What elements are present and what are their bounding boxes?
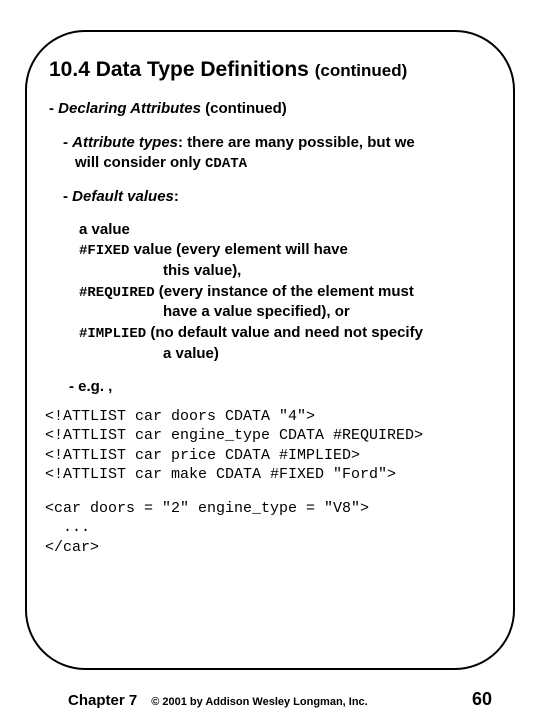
code-example-attlist: <!ATTLIST car doors CDATA "4"> <!ATTLIST… (45, 407, 491, 485)
implied-text-cont: a value) (79, 344, 491, 364)
title-continued: (continued) (315, 61, 408, 80)
dash: - (63, 188, 72, 205)
default-values-heading: - Default values: (49, 187, 491, 207)
implied-text: (no default value and need not specify (146, 324, 423, 341)
cdata-token: CDATA (205, 156, 247, 172)
defvals-label: Default values (72, 188, 174, 205)
slide-footer: Chapter 7 © 2001 by Addison Wesley Longm… (0, 689, 540, 710)
footer-chapter: Chapter 7 (68, 692, 137, 709)
slide-title: 10.4 Data Type Definitions (continued) (49, 58, 491, 82)
footer-copyright: © 2001 by Addison Wesley Longman, Inc. (151, 696, 472, 708)
required-text-cont: have a value specified), or (79, 302, 491, 322)
title-main: 10.4 Data Type Definitions (49, 58, 309, 81)
default-values-list: a value #FIXED value (every element will… (49, 220, 491, 364)
eg-label: - e.g. , (49, 378, 491, 395)
fixed-token: #FIXED (79, 243, 129, 259)
required-token: #REQUIRED (79, 285, 155, 301)
attribute-types-block: - Attribute types: there are many possib… (49, 133, 491, 173)
attr-types-label: Attribute types (72, 134, 178, 151)
required-text: (every instance of the element must (155, 283, 414, 300)
subheading-declaring-attributes: - Declaring Attributes (continued) (49, 100, 491, 117)
sub-continued: (continued) (201, 100, 287, 117)
dash: - (63, 134, 72, 151)
sub-label: Declaring Attributes (58, 100, 201, 117)
slide-frame: 10.4 Data Type Definitions (continued) -… (25, 30, 515, 670)
defvals-colon: : (174, 188, 179, 205)
code-example-car: <car doors = "2" engine_type = "V8"> ...… (45, 499, 491, 558)
fixed-text-cont: this value), (79, 261, 491, 281)
dash: - (49, 100, 58, 117)
attr-types-text2: will consider only (63, 154, 205, 171)
footer-page-number: 60 (472, 689, 492, 710)
fixed-text: value (every element will have (129, 241, 347, 258)
value-a-value: a value (79, 221, 130, 238)
implied-token: #IMPLIED (79, 326, 146, 342)
attr-types-text1: : there are many possible, but we (178, 134, 415, 151)
